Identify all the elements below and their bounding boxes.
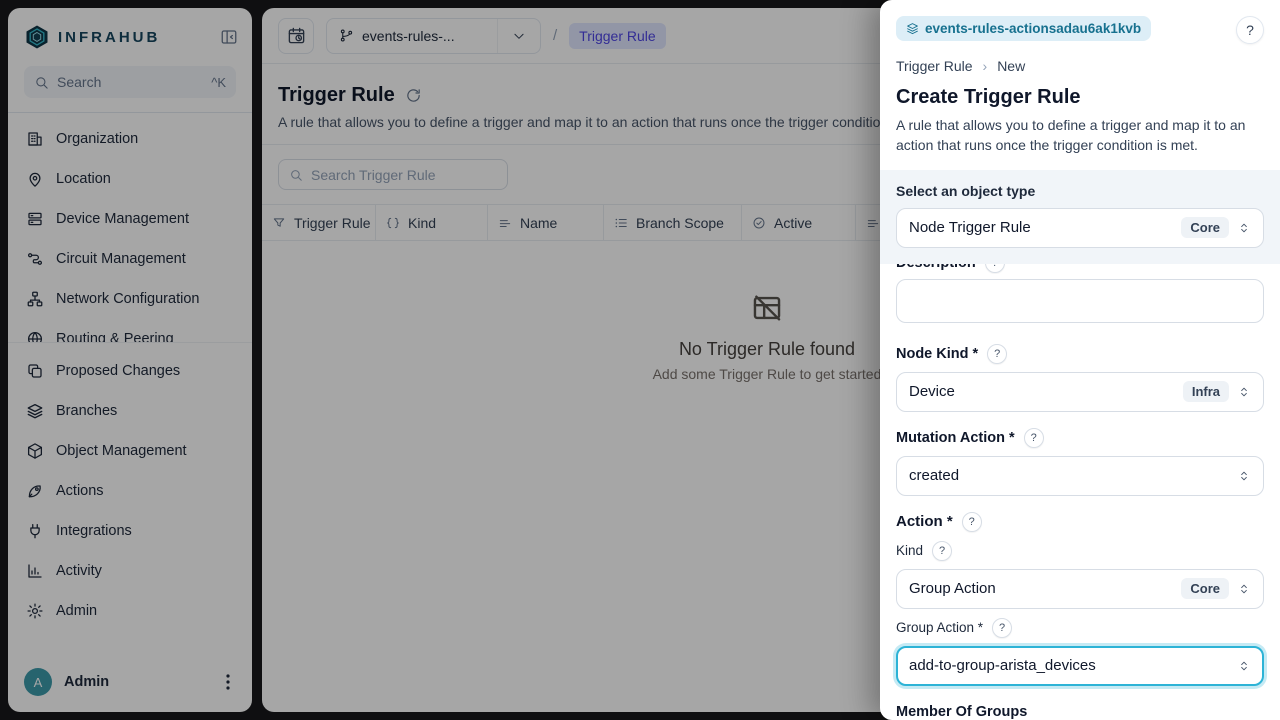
drawer-form: Description ? Node Kind * ? Device Infra… (880, 264, 1280, 720)
branch-badge[interactable]: events-rules-actionsadau6ak1kvb (896, 16, 1151, 41)
chevron-updown-icon (1237, 221, 1251, 235)
kind-label: Kind (896, 543, 923, 558)
object-type-label: Select an object type (896, 183, 1264, 199)
create-trigger-rule-drawer: events-rules-actionsadau6ak1kvb ? Trigge… (880, 0, 1280, 720)
help-icon[interactable]: ? (987, 344, 1007, 364)
core-badge: Core (1181, 578, 1229, 599)
node-kind-label: Node Kind * (896, 346, 978, 362)
help-icon[interactable]: ? (992, 618, 1012, 638)
infra-badge: Infra (1183, 381, 1229, 402)
mutation-action-label: Mutation Action * (896, 430, 1015, 446)
help-icon[interactable]: ? (985, 264, 1005, 273)
group-action-label: Group Action * (896, 620, 983, 635)
help-icon[interactable]: ? (932, 541, 952, 561)
chevron-updown-icon (1237, 659, 1251, 673)
drawer-header: events-rules-actionsadau6ak1kvb ? Trigge… (880, 0, 1280, 170)
chevron-updown-icon (1237, 582, 1251, 596)
group-action-select[interactable]: add-to-group-arista_devices (896, 646, 1264, 686)
chevron-updown-icon (1237, 469, 1251, 483)
drawer-title: Create Trigger Rule (896, 86, 1264, 109)
help-icon[interactable]: ? (962, 512, 982, 532)
chevron-right-icon: › (983, 58, 988, 74)
drawer-description: A rule that allows you to define a trigg… (896, 115, 1264, 156)
action-kind-select[interactable]: Group Action Core (896, 569, 1264, 609)
help-icon[interactable]: ? (1024, 428, 1044, 448)
node-kind-select[interactable]: Device Infra (896, 372, 1264, 412)
clipped-description-label: Description ? (896, 264, 1264, 274)
member-of-groups-label: Member Of Groups (896, 704, 1027, 720)
action-section-label: Action * (896, 513, 953, 530)
description-input[interactable] (896, 279, 1264, 323)
drawer-breadcrumb: Trigger Rule › New (896, 58, 1264, 74)
help-button[interactable]: ? (1236, 16, 1264, 44)
object-type-section: Select an object type Node Trigger Rule … (880, 170, 1280, 264)
drawer-breadcrumb-parent[interactable]: Trigger Rule (896, 58, 973, 74)
object-type-select[interactable]: Node Trigger Rule Core (896, 208, 1264, 248)
branch-badge-label: events-rules-actionsadau6ak1kvb (925, 21, 1141, 36)
drawer-breadcrumb-current: New (997, 58, 1025, 74)
chevron-updown-icon (1237, 385, 1251, 399)
description-label: Description (896, 264, 976, 271)
layers-icon (906, 22, 919, 35)
mutation-action-select[interactable]: created (896, 456, 1264, 496)
core-badge: Core (1181, 217, 1229, 238)
